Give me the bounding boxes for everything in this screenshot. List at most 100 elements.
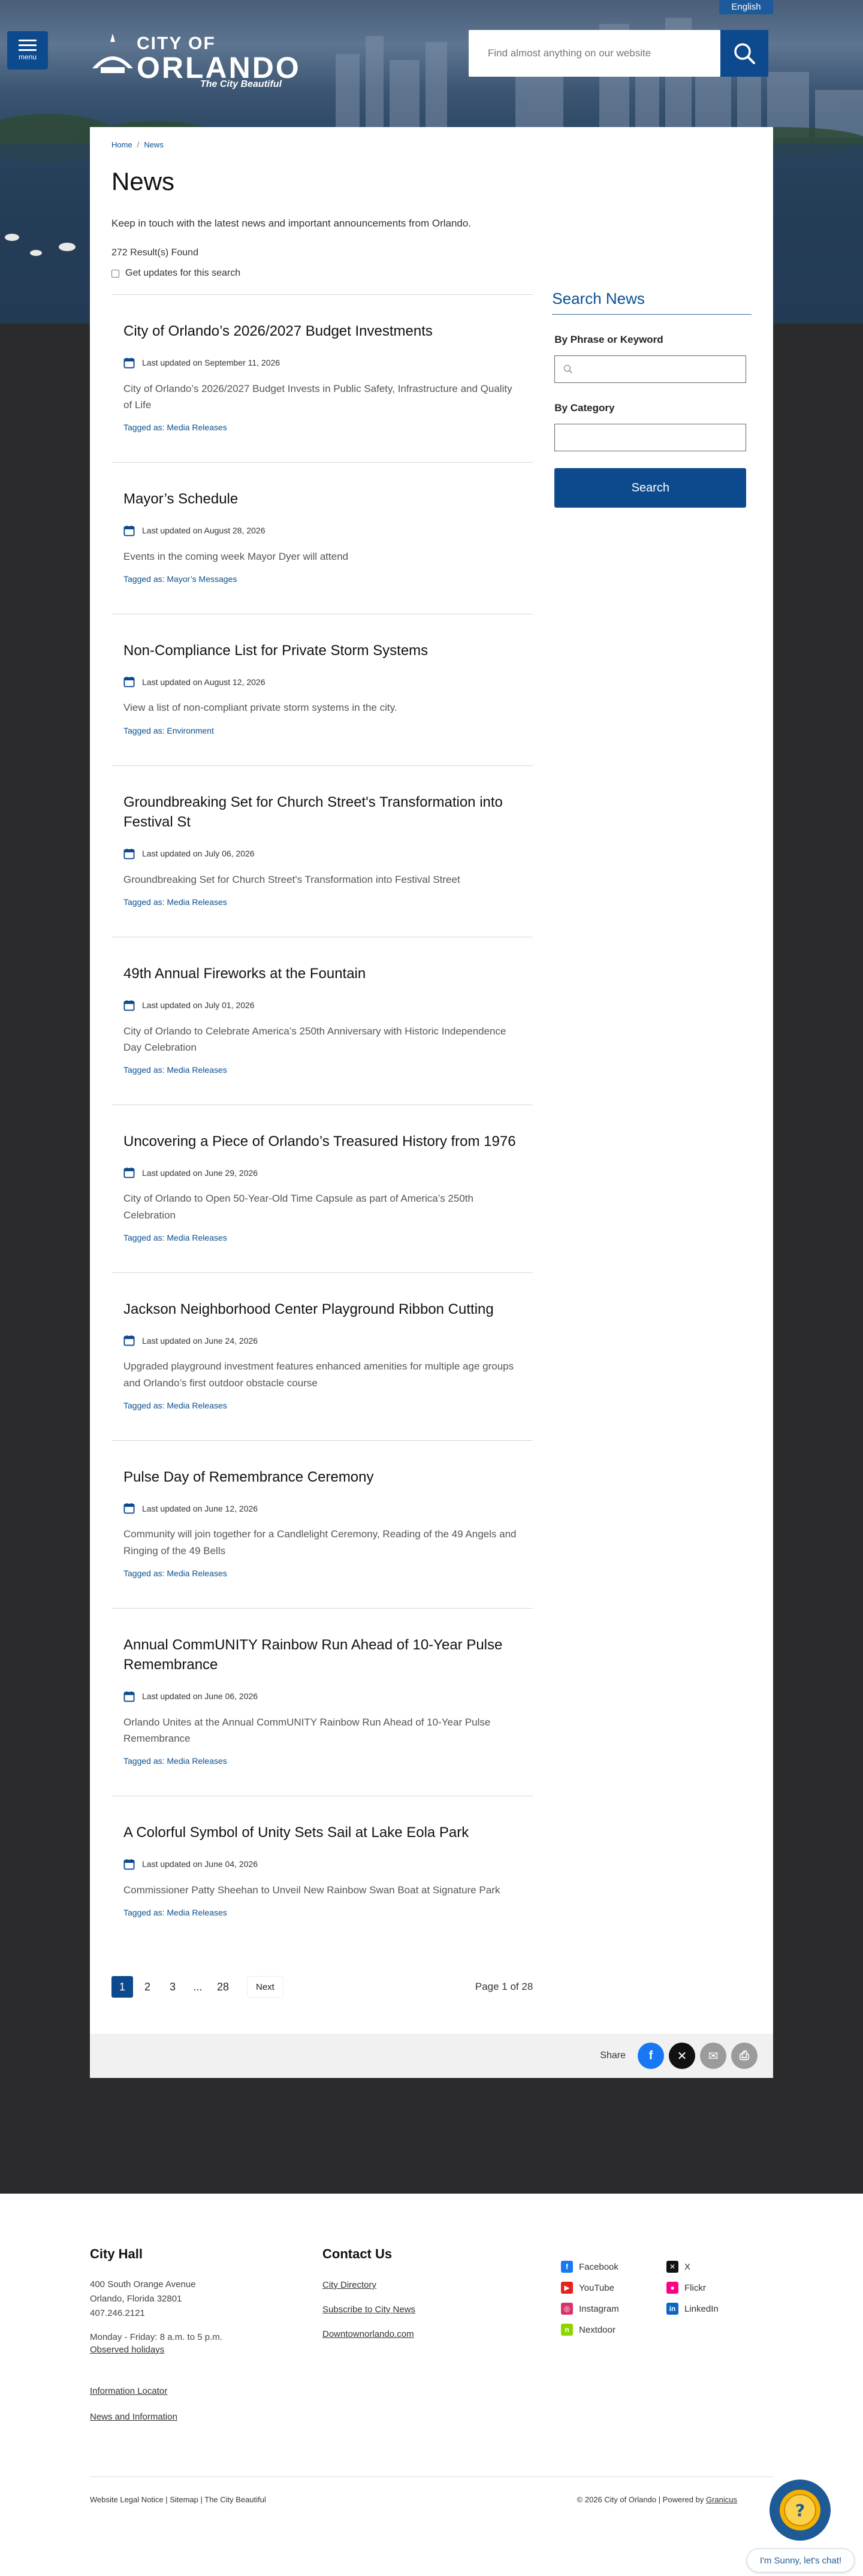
news-summary: Groundbreaking Set for Church Street's T…: [123, 873, 460, 885]
breadcrumb-separator: /: [137, 140, 140, 149]
footer-downtown-link[interactable]: Downtownorlando.com: [322, 2329, 415, 2339]
news-tag-link[interactable]: Tagged as: Media Releases: [123, 1401, 521, 1410]
calendar-icon: [123, 1503, 135, 1514]
calendar-icon: [123, 1691, 135, 1702]
news-date-text: Last updated on August 28, 2026: [142, 526, 265, 536]
news-date: Last updated on June 12, 2026: [123, 1503, 521, 1514]
news-title-link[interactable]: Groundbreaking Set for Church Street's T…: [123, 794, 503, 831]
footer-nextdoor-link[interactable]: n Nextdoor: [561, 2324, 619, 2336]
calendar-icon: [123, 525, 135, 536]
hamburger-icon: [19, 40, 37, 51]
footer-directory-link[interactable]: City Directory: [322, 2280, 415, 2290]
search-icon: [564, 364, 573, 374]
news-title-link[interactable]: Mayor’s Schedule: [123, 491, 238, 507]
chat-button[interactable]: ?: [770, 2480, 831, 2541]
calendar-icon: [123, 1335, 135, 1346]
phrase-label: By Phrase or Keyword: [554, 334, 663, 345]
page-3-link[interactable]: 3: [162, 1976, 183, 1998]
news-title-link[interactable]: A Colorful Symbol of Unity Sets Sail at …: [123, 1824, 469, 1841]
news-title-link[interactable]: 49th Annual Fireworks at the Fountain: [123, 966, 366, 982]
site-search-button[interactable]: [720, 30, 768, 77]
news-date: Last updated on August 28, 2026: [123, 525, 521, 536]
breadcrumb-home-link[interactable]: Home: [111, 140, 132, 149]
updates-checkbox[interactable]: [111, 269, 119, 277]
phrase-input[interactable]: [554, 355, 747, 383]
category-label: By Category: [554, 402, 615, 414]
chat-prompt[interactable]: I'm Sunny, let's chat!: [747, 2548, 855, 2572]
footer-flickr-link[interactable]: ● Flickr: [666, 2282, 719, 2294]
news-item: Mayor’s Schedule Last updated on August 2…: [111, 461, 533, 614]
category-select[interactable]: [554, 424, 747, 451]
city-logo[interactable]: CITY OF ORLANDO The City Beautiful: [89, 28, 299, 89]
breadcrumb: Home / News: [111, 140, 752, 149]
news-tag-link[interactable]: Tagged as: Media Releases: [123, 1908, 521, 1917]
news-date-text: Last updated on June 12, 2026: [142, 1503, 258, 1513]
page-ellipsis: ...: [193, 1980, 203, 1993]
footer-linkedin-link[interactable]: in LinkedIn: [666, 2303, 719, 2315]
footer-phone: 407.246.2121: [90, 2308, 145, 2318]
news-tag-link[interactable]: Tagged as: Mayor’s Messages: [123, 574, 521, 584]
news-summary: Orlando Unites at the Annual CommUNITY R…: [123, 1716, 491, 1745]
updates-label: Get updates for this search: [125, 268, 241, 278]
city-hall-logo-icon: [92, 34, 133, 73]
facebook-share-icon[interactable]: f: [638, 2043, 664, 2070]
language-button[interactable]: English: [719, 0, 773, 14]
sidebar-search-button[interactable]: Search: [554, 468, 747, 508]
news-title-link[interactable]: Jackson Neighborhood Center Playground R…: [123, 1301, 494, 1317]
page-info: Page 1 of 28: [475, 1981, 533, 1993]
footer-instagram-link[interactable]: ◎ Instagram: [561, 2303, 619, 2315]
site-search-field[interactable]: [469, 30, 720, 77]
share-label: Share: [600, 2050, 626, 2061]
news-title-link[interactable]: Pulse Day of Remembrance Ceremony: [123, 1469, 374, 1485]
breadcrumb-current-link[interactable]: News: [144, 140, 164, 149]
page-2-link[interactable]: 2: [137, 1976, 158, 1998]
updates-toggle[interactable]: Get updates for this search: [111, 268, 752, 279]
news-tag-link[interactable]: Tagged as: Media Releases: [123, 1233, 521, 1242]
news-item: Pulse Day of Remembrance Ceremony Last up…: [111, 1440, 533, 1608]
news-item: 49th Annual Fireworks at the Fountain Las…: [111, 936, 533, 1105]
footer-subscribe-link[interactable]: Subscribe to City News: [322, 2304, 415, 2315]
x-share-icon[interactable]: ✕: [669, 2043, 695, 2070]
news-tag-link[interactable]: Tagged as: Media Releases: [123, 897, 521, 907]
news-summary: Events in the coming week Mayor Dyer wil…: [123, 550, 349, 562]
page-1-link[interactable]: 1: [111, 1976, 133, 1998]
email-share-icon[interactable]: ✉: [700, 2043, 726, 2070]
footer-news-link[interactable]: News and Information: [90, 2412, 222, 2422]
news-title-link[interactable]: Non-Compliance List for Private Storm Sy…: [123, 643, 428, 659]
granicus-link[interactable]: Granicus: [706, 2495, 737, 2504]
logo-tagline: The City Beautiful: [200, 79, 282, 89]
footer-facebook-link[interactable]: f Facebook: [561, 2261, 619, 2273]
news-date-text: Last updated on August 12, 2026: [142, 677, 265, 687]
news-title-link[interactable]: Annual CommUNITY Rainbow Run Ahead of 10…: [123, 1637, 502, 1673]
footer-holidays-link[interactable]: Observed holidays: [90, 2345, 222, 2355]
news-tag-link[interactable]: Tagged as: Media Releases: [123, 1065, 521, 1075]
menu-button[interactable]: menu: [7, 31, 48, 70]
flickr-icon: ●: [666, 2282, 678, 2294]
svg-text:?: ?: [795, 2500, 805, 2520]
calendar-icon: [123, 357, 135, 369]
news-list: City of Orlando’s 2026/2027 Budget Inves…: [111, 294, 533, 1998]
news-title-link[interactable]: City of Orlando’s 2026/2027 Budget Inves…: [123, 323, 433, 339]
page-last-link[interactable]: 28: [212, 1976, 234, 1998]
calendar-icon: [123, 848, 135, 859]
news-tag-link[interactable]: Tagged as: Media Releases: [123, 1568, 521, 1578]
next-page-button[interactable]: Next: [247, 1976, 283, 1998]
site-search-input[interactable]: [469, 30, 720, 77]
share-bar: Share f ✕ ✉ ⎙: [90, 2034, 773, 2079]
print-share-icon[interactable]: ⎙: [731, 2043, 758, 2070]
news-date: Last updated on June 24, 2026: [123, 1335, 521, 1346]
footer-legal-links[interactable]: Website Legal Notice | Sitemap | The Cit…: [90, 2495, 266, 2504]
footer-youtube-link[interactable]: ▶ YouTube: [561, 2282, 619, 2294]
news-tag-link[interactable]: Tagged as: Media Releases: [123, 1756, 521, 1766]
footer-contact-title: Contact Us: [322, 2246, 393, 2261]
news-summary: City of Orlando to Celebrate America’s 2…: [123, 1025, 506, 1053]
news-date-text: Last updated on June 04, 2026: [142, 1859, 258, 1869]
news-tag-link[interactable]: Tagged as: Media Releases: [123, 423, 521, 432]
footer-locator-link[interactable]: Information Locator: [90, 2386, 222, 2396]
news-date: Last updated on July 06, 2026: [123, 848, 521, 859]
footer-x-link[interactable]: ✕ X: [666, 2261, 719, 2273]
youtube-icon: ▶: [561, 2282, 573, 2294]
news-title-link[interactable]: Uncovering a Piece of Orlando’s Treasure…: [123, 1133, 516, 1150]
news-summary: View a list of non-compliant private sto…: [123, 702, 397, 714]
news-tag-link[interactable]: Tagged as: Environment: [123, 726, 521, 735]
